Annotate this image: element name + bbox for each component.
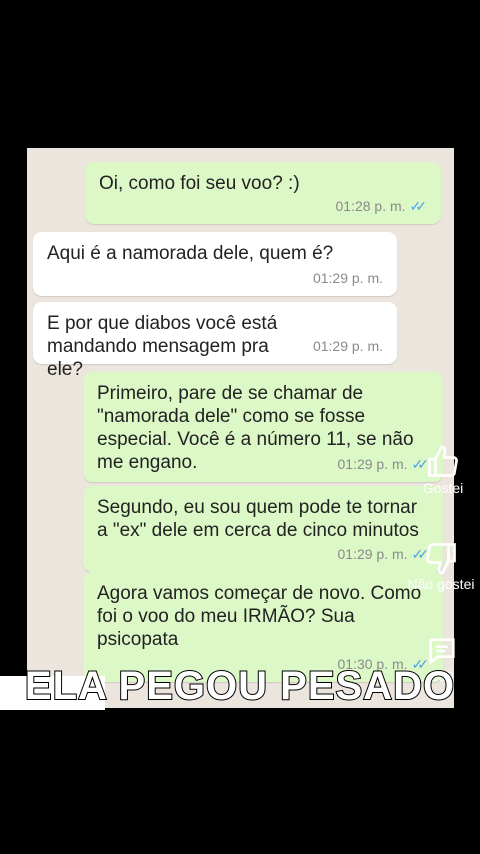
read-ticks-icon: ✓✓ xyxy=(409,198,428,214)
message-text: E por que diabos você está mandando mens… xyxy=(47,313,278,380)
message-outgoing: Segundo, eu sou quem pode te tornar a "e… xyxy=(83,486,443,572)
thumbs-up-icon xyxy=(428,445,458,477)
thumbs-down-icon xyxy=(426,543,456,575)
message-time: 01:28 p. m. xyxy=(335,198,406,214)
message-time: 01:29 p. m. xyxy=(312,270,383,286)
message-text: Segundo, eu sou quem pode te tornar a "e… xyxy=(97,497,419,541)
message-text: Oi, como foi seu voo? :) xyxy=(99,173,300,194)
like-button[interactable]: Gostei xyxy=(408,444,478,496)
message-time: 01:29 p. m. xyxy=(337,546,408,562)
message-outgoing: Primeiro, pare de se chamar de "namorada… xyxy=(83,372,443,482)
video-caption: ELA PEGOU PESADO xyxy=(24,663,456,709)
chat-screenshot: Oi, como foi seu voo? :) 01:28 p. m. ✓✓ A… xyxy=(27,148,454,708)
message-time: 01:29 p. m. xyxy=(312,338,383,354)
message-incoming: Aqui é a namorada dele, quem é? 01:29 p.… xyxy=(33,232,397,296)
message-text: Aqui é a namorada dele, quem é? xyxy=(47,243,334,264)
dislike-label: Não gostei xyxy=(407,576,475,592)
like-label: Gostei xyxy=(422,480,464,496)
message-incoming: E por que diabos você está mandando mens… xyxy=(33,302,397,380)
message-text: Agora vamos começar de novo. Como foi o … xyxy=(97,583,422,650)
dislike-button[interactable]: Não gostei xyxy=(400,540,480,592)
message-outgoing: Oi, como foi seu voo? :) 01:28 p. m. ✓✓ xyxy=(85,162,441,224)
message-time: 01:29 p. m. xyxy=(337,456,408,472)
